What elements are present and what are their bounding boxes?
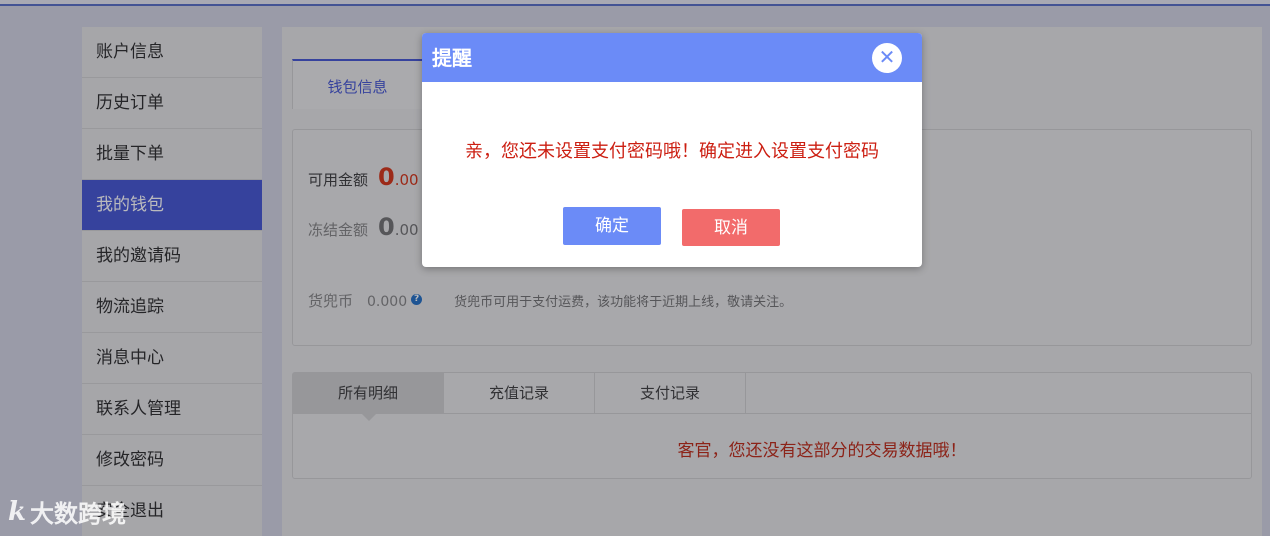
- confirm-button[interactable]: 确定: [563, 207, 661, 245]
- reminder-dialog: 提醒 ✕ 亲，您还未设置支付密码哦！确定进入设置支付密码 确定 取消: [422, 33, 922, 267]
- dialog-title: 提醒: [432, 46, 472, 70]
- dialog-message: 亲，您还未设置支付密码哦！确定进入设置支付密码: [465, 141, 879, 162]
- watermark: k 大数跨境: [8, 494, 126, 529]
- watermark-logo: k: [8, 496, 26, 527]
- dialog-header: 提醒 ✕: [422, 33, 922, 82]
- cancel-button[interactable]: 取消: [682, 209, 780, 246]
- watermark-text: 大数跨境: [30, 500, 127, 528]
- close-icon[interactable]: ✕: [872, 43, 902, 73]
